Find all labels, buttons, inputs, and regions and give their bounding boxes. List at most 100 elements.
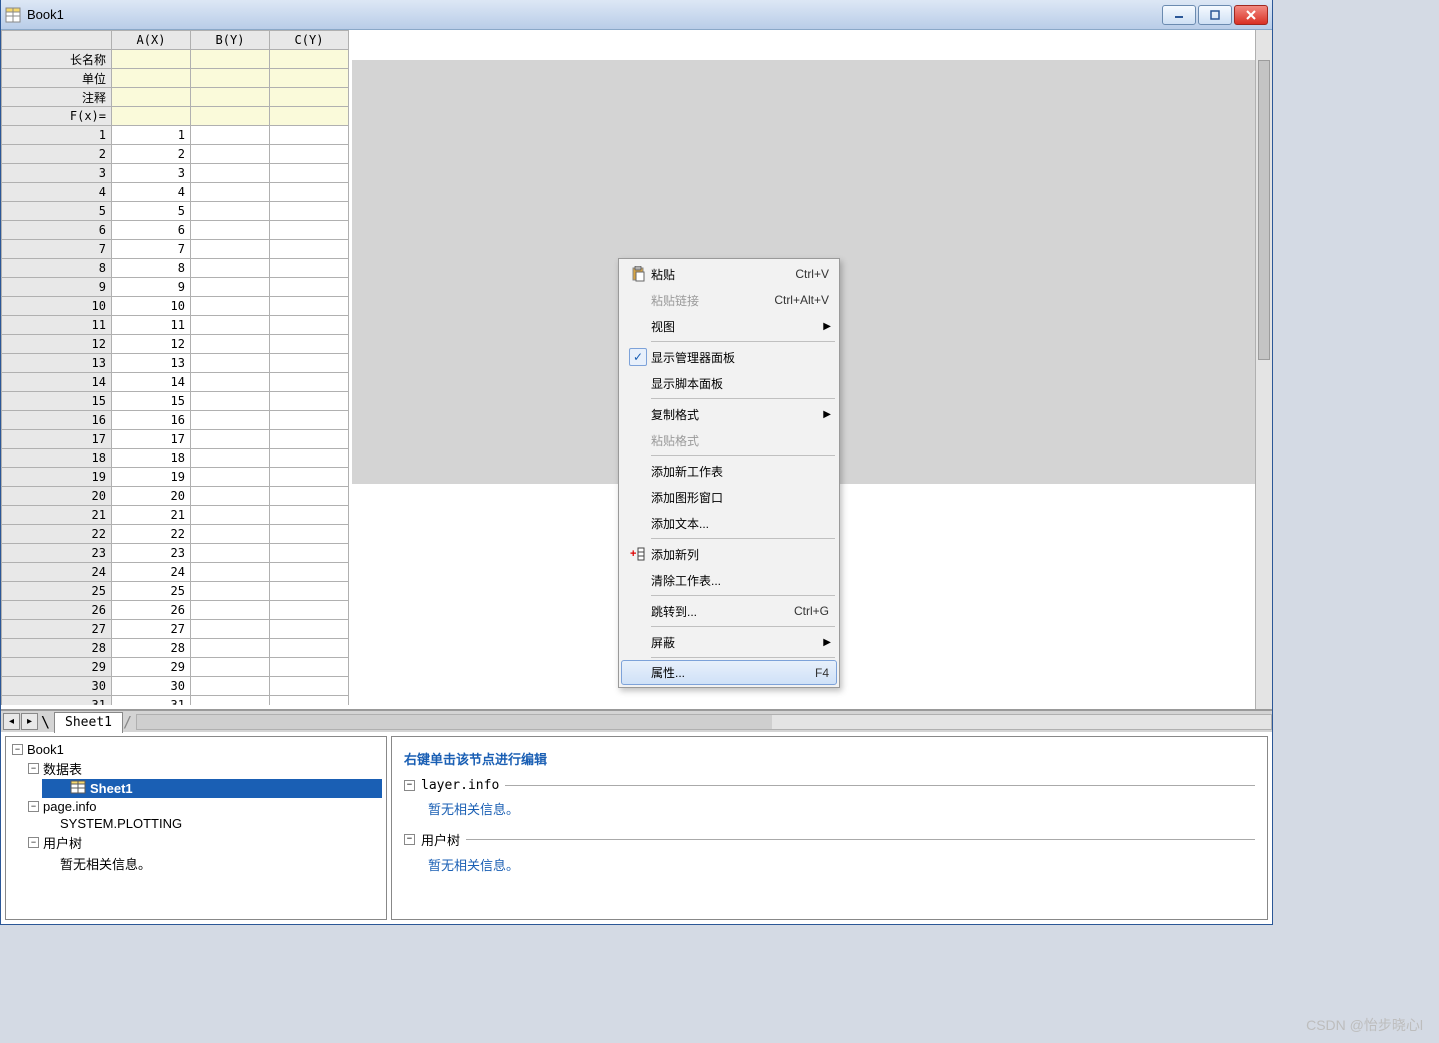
row-header[interactable]: 10 bbox=[2, 297, 112, 316]
cell[interactable] bbox=[270, 354, 349, 373]
row-header[interactable]: 8 bbox=[2, 259, 112, 278]
collapse-icon[interactable]: − bbox=[404, 780, 415, 791]
cell[interactable] bbox=[191, 487, 270, 506]
tree-node-datasheet[interactable]: −数据表 bbox=[26, 758, 382, 779]
cell[interactable]: 18 bbox=[112, 449, 191, 468]
collapse-icon[interactable]: − bbox=[12, 744, 23, 755]
cell[interactable] bbox=[270, 69, 349, 88]
row-header[interactable]: 9 bbox=[2, 278, 112, 297]
cell[interactable]: 30 bbox=[112, 677, 191, 696]
cell[interactable]: 20 bbox=[112, 487, 191, 506]
cell[interactable] bbox=[191, 126, 270, 145]
cell[interactable] bbox=[270, 677, 349, 696]
row-header[interactable]: 21 bbox=[2, 506, 112, 525]
ctx-show-manager-panel[interactable]: ✓显示管理器面板 bbox=[621, 344, 837, 370]
cell[interactable]: 22 bbox=[112, 525, 191, 544]
tree-node-usertree[interactable]: −用户树 bbox=[26, 832, 382, 853]
cell[interactable] bbox=[270, 50, 349, 69]
sheet-tab[interactable]: Sheet1 bbox=[54, 712, 123, 733]
cell[interactable] bbox=[191, 411, 270, 430]
cell[interactable] bbox=[191, 88, 270, 107]
cell[interactable]: 13 bbox=[112, 354, 191, 373]
cell[interactable]: 16 bbox=[112, 411, 191, 430]
cell[interactable] bbox=[270, 506, 349, 525]
row-header[interactable]: 29 bbox=[2, 658, 112, 677]
row-header[interactable]: 30 bbox=[2, 677, 112, 696]
titlebar[interactable]: Book1 bbox=[1, 0, 1272, 30]
cell[interactable]: 19 bbox=[112, 468, 191, 487]
cell[interactable]: 3 bbox=[112, 164, 191, 183]
cell[interactable]: 29 bbox=[112, 658, 191, 677]
cell[interactable] bbox=[112, 69, 191, 88]
row-header[interactable]: 18 bbox=[2, 449, 112, 468]
cell[interactable] bbox=[112, 88, 191, 107]
cell[interactable]: 27 bbox=[112, 620, 191, 639]
row-header[interactable]: 14 bbox=[2, 373, 112, 392]
cell[interactable] bbox=[191, 506, 270, 525]
ctx-add-worksheet[interactable]: 添加新工作表 bbox=[621, 458, 837, 484]
cell[interactable] bbox=[191, 164, 270, 183]
cell[interactable] bbox=[270, 373, 349, 392]
cell[interactable] bbox=[270, 449, 349, 468]
cell[interactable] bbox=[191, 563, 270, 582]
cell[interactable] bbox=[270, 525, 349, 544]
cell[interactable] bbox=[270, 240, 349, 259]
cell[interactable] bbox=[270, 126, 349, 145]
cell[interactable] bbox=[270, 145, 349, 164]
cell[interactable]: 11 bbox=[112, 316, 191, 335]
cell[interactable] bbox=[191, 202, 270, 221]
row-header[interactable]: 23 bbox=[2, 544, 112, 563]
cell[interactable] bbox=[270, 88, 349, 107]
cell[interactable] bbox=[191, 544, 270, 563]
ctx-goto[interactable]: 跳转到...Ctrl+G bbox=[621, 598, 837, 624]
cell[interactable]: 26 bbox=[112, 601, 191, 620]
vertical-scroll-thumb[interactable] bbox=[1258, 60, 1270, 360]
cell[interactable] bbox=[270, 601, 349, 620]
cell[interactable]: 12 bbox=[112, 335, 191, 354]
row-header[interactable]: 19 bbox=[2, 468, 112, 487]
worksheet-grid[interactable]: A(X) B(Y) C(Y) 长名称单位注释F(x)= 112233445566… bbox=[1, 30, 349, 705]
row-header[interactable]: 15 bbox=[2, 392, 112, 411]
cell[interactable] bbox=[270, 183, 349, 202]
meta-row-header[interactable]: F(x)= bbox=[2, 107, 112, 126]
cell[interactable]: 15 bbox=[112, 392, 191, 411]
cell[interactable] bbox=[191, 183, 270, 202]
cell[interactable] bbox=[270, 487, 349, 506]
tree-node-noinfo[interactable]: 暂无相关信息。 bbox=[58, 853, 382, 874]
cell[interactable] bbox=[191, 601, 270, 620]
cell[interactable]: 31 bbox=[112, 696, 191, 706]
cell[interactable] bbox=[191, 50, 270, 69]
row-header[interactable]: 1 bbox=[2, 126, 112, 145]
ctx-add-graph-window[interactable]: 添加图形窗口 bbox=[621, 484, 837, 510]
cell[interactable]: 4 bbox=[112, 183, 191, 202]
cell[interactable] bbox=[270, 202, 349, 221]
row-header[interactable]: 25 bbox=[2, 582, 112, 601]
cell[interactable] bbox=[270, 107, 349, 126]
cell[interactable] bbox=[270, 563, 349, 582]
cell[interactable] bbox=[191, 639, 270, 658]
cell[interactable] bbox=[270, 297, 349, 316]
cell[interactable] bbox=[191, 582, 270, 601]
meta-row-header[interactable]: 注释 bbox=[2, 88, 112, 107]
cell[interactable] bbox=[270, 221, 349, 240]
ctx-add-column[interactable]: + 添加新列 bbox=[621, 541, 837, 567]
cell[interactable]: 10 bbox=[112, 297, 191, 316]
cell[interactable] bbox=[191, 620, 270, 639]
cell[interactable] bbox=[191, 297, 270, 316]
tree-node-sheet1[interactable]: Sheet1 bbox=[42, 779, 382, 798]
ctx-properties[interactable]: 属性...F4 bbox=[621, 660, 837, 685]
row-header[interactable]: 27 bbox=[2, 620, 112, 639]
cell[interactable] bbox=[191, 354, 270, 373]
row-header[interactable]: 2 bbox=[2, 145, 112, 164]
cell[interactable] bbox=[270, 639, 349, 658]
cell[interactable] bbox=[191, 335, 270, 354]
row-header[interactable]: 4 bbox=[2, 183, 112, 202]
cell[interactable] bbox=[191, 145, 270, 164]
row-header[interactable]: 22 bbox=[2, 525, 112, 544]
cell[interactable] bbox=[191, 373, 270, 392]
row-header[interactable]: 26 bbox=[2, 601, 112, 620]
minimize-button[interactable] bbox=[1162, 5, 1196, 25]
cell[interactable] bbox=[112, 50, 191, 69]
collapse-icon[interactable]: − bbox=[28, 763, 39, 774]
tab-prev-button[interactable]: ◂ bbox=[3, 713, 20, 730]
